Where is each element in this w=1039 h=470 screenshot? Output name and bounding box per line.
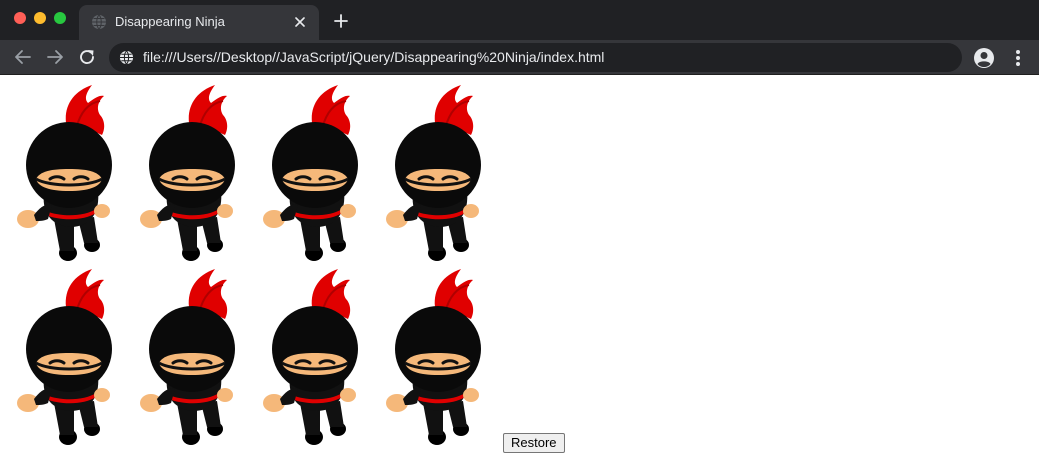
globe-icon bbox=[91, 14, 107, 30]
url-text: file:///Users//Desktop//JavaScript/jQuer… bbox=[143, 49, 605, 65]
ninja-image[interactable] bbox=[260, 83, 370, 265]
maximize-window-button[interactable] bbox=[54, 12, 66, 24]
reload-icon[interactable] bbox=[75, 45, 99, 69]
ninja-image[interactable] bbox=[260, 267, 370, 449]
browser-toolbar: file:///Users//Desktop//JavaScript/jQuer… bbox=[0, 40, 1039, 75]
ninja-image[interactable] bbox=[383, 83, 493, 265]
ninja-image[interactable] bbox=[383, 267, 493, 449]
forward-arrow-icon[interactable] bbox=[43, 45, 67, 69]
back-arrow-icon[interactable] bbox=[11, 45, 35, 69]
browser-titlebar: Disappearing Ninja bbox=[0, 0, 1039, 40]
close-window-button[interactable] bbox=[14, 12, 26, 24]
tab-title: Disappearing Ninja bbox=[115, 14, 225, 29]
globe-icon[interactable] bbox=[119, 50, 134, 65]
kebab-menu-icon[interactable] bbox=[1006, 46, 1030, 70]
page-viewport: Restore bbox=[0, 75, 1039, 470]
ninja-image[interactable] bbox=[137, 83, 247, 265]
profile-avatar-icon[interactable] bbox=[972, 46, 996, 70]
new-tab-plus-icon[interactable] bbox=[331, 11, 351, 31]
ninja-image[interactable] bbox=[137, 267, 247, 449]
browser-tab[interactable]: Disappearing Ninja bbox=[79, 5, 319, 40]
tab-close-icon[interactable] bbox=[291, 13, 309, 31]
ninja-image[interactable] bbox=[14, 83, 124, 265]
restore-button[interactable]: Restore bbox=[503, 433, 565, 453]
minimize-window-button[interactable] bbox=[34, 12, 46, 24]
address-bar[interactable]: file:///Users//Desktop//JavaScript/jQuer… bbox=[109, 43, 962, 72]
ninja-image[interactable] bbox=[14, 267, 124, 449]
